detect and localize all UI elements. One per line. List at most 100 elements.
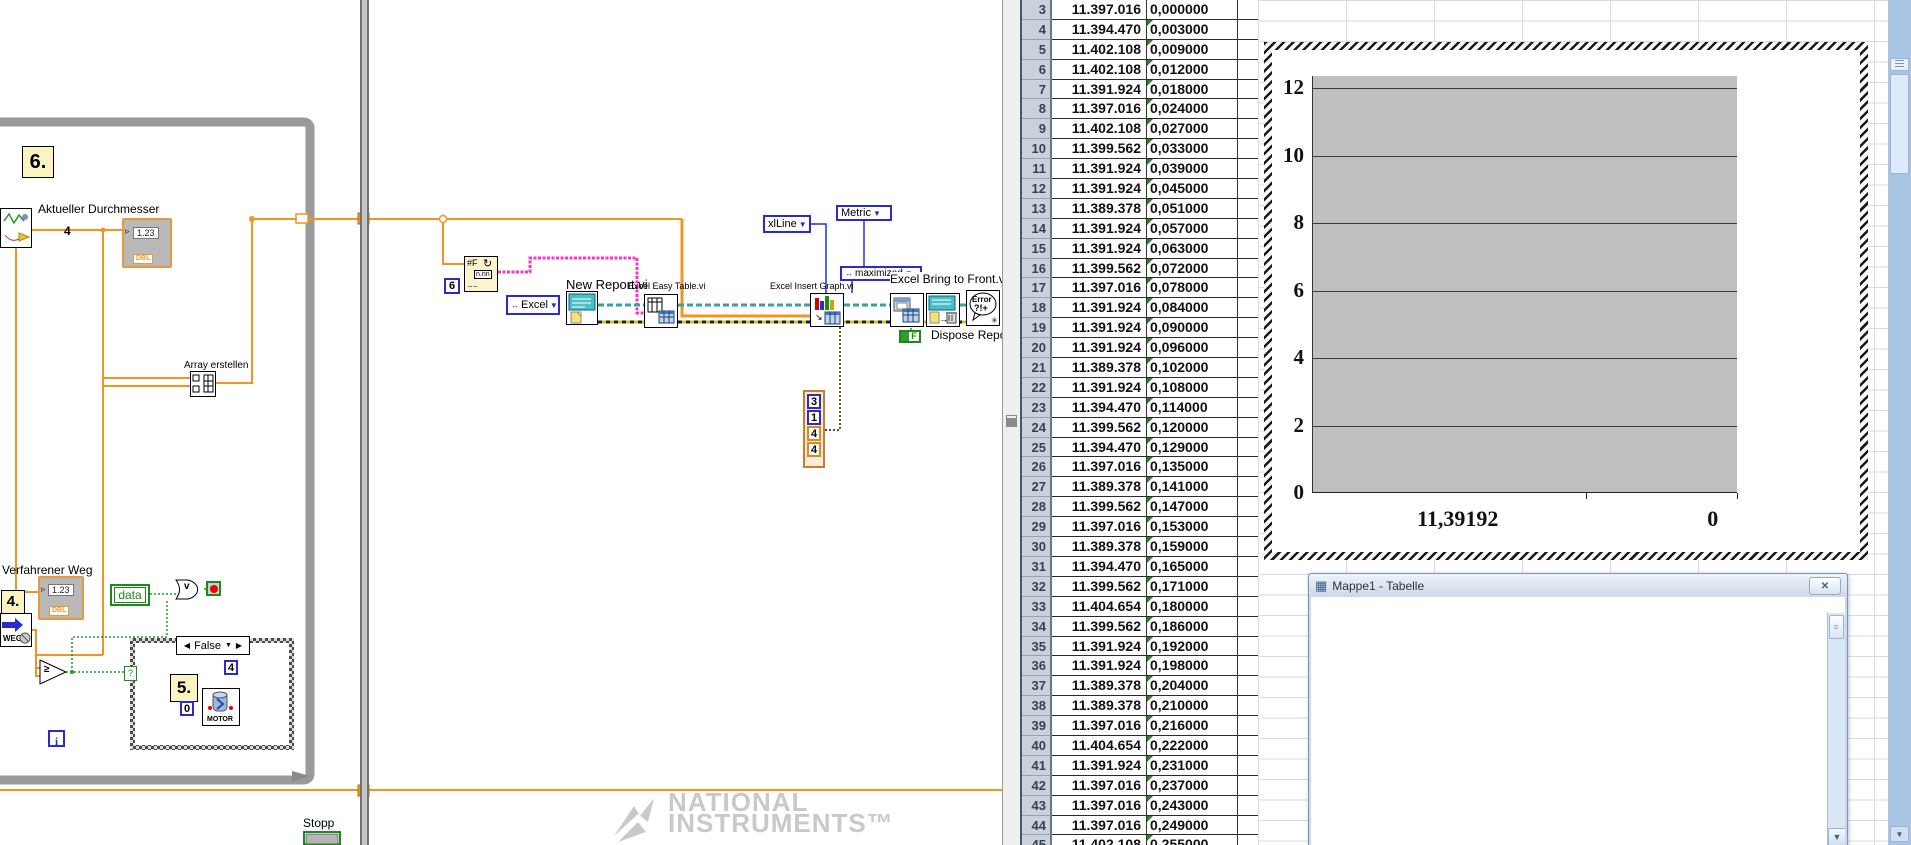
cell-c[interactable] [1238,637,1258,657]
cell-a[interactable]: 11.397.016 [1052,0,1147,20]
row-header[interactable]: 40 [1022,735,1052,756]
close-icon[interactable]: ✕ [1809,577,1841,595]
new-report-node[interactable] [566,291,598,325]
row-header[interactable]: 21 [1022,358,1052,378]
table-row[interactable]: 17 11.397.016 0,078000 [1022,278,1258,299]
cell-b[interactable]: 0,135000 [1147,457,1238,478]
row-header[interactable]: 34 [1022,616,1052,637]
cell-a[interactable]: 11.402.108 [1052,39,1147,60]
cell-a[interactable]: 11.391.924 [1052,318,1147,339]
scrollbar-thumb[interactable] [1890,74,1909,174]
row-header[interactable]: 10 [1022,139,1052,160]
cell-c[interactable] [1238,497,1258,518]
row-header[interactable]: 13 [1022,198,1052,219]
cell-b[interactable]: 0,024000 [1147,99,1238,120]
cell-c[interactable] [1238,656,1258,677]
table-row[interactable]: 36 11.391.924 0,198000 [1022,656,1258,677]
cell-b[interactable]: 0,237000 [1147,775,1238,796]
cell-a[interactable]: 11.397.016 [1052,795,1147,816]
cell-a[interactable]: 11.389.378 [1052,358,1147,378]
cell-a[interactable]: 11.404.654 [1052,735,1147,756]
dispose-report-node[interactable]: → [926,293,960,327]
cell-c[interactable] [1238,696,1258,717]
stop-led-terminal[interactable] [206,581,221,596]
cell-b[interactable]: 0,045000 [1147,179,1238,199]
build-array-node[interactable] [190,371,216,397]
cell-c[interactable] [1238,199,1258,219]
cell-b[interactable]: 0,204000 [1147,676,1238,697]
table-row[interactable]: 44 11.397.016 0,249000 [1022,815,1258,836]
case-structure[interactable]: ◀ False ▼ ▶ 5. 4 0 MOTOR ? [124,636,294,750]
row-header[interactable]: 9 [1022,119,1052,140]
cell-b[interactable]: 0,192000 [1147,636,1238,657]
cell-b[interactable]: 0,051000 [1147,198,1238,219]
cell-c[interactable] [1238,816,1258,836]
cell-c[interactable] [1238,577,1258,597]
cell-b[interactable]: 0,084000 [1147,298,1238,319]
row-header[interactable]: 37 [1022,676,1052,697]
cluster-value[interactable]: 4 [807,442,821,457]
cell-b[interactable]: 0,147000 [1147,497,1238,518]
mappe-datasheet-window[interactable]: ▦ Mappe1 - Tabelle ✕ ≡ ▼ ◀ |||| ▶ [1308,573,1848,845]
row-header[interactable]: 24 [1022,417,1052,438]
weg-subvi-icon[interactable]: WEG [0,613,32,647]
cell-b[interactable]: 0,222000 [1147,735,1238,756]
row-header[interactable]: 3 [1022,0,1052,20]
cell-a[interactable]: 11.397.016 [1052,716,1147,736]
cell-b[interactable]: 0,033000 [1147,139,1238,160]
table-row[interactable]: 8 11.397.016 0,024000 [1022,99,1258,120]
stopp-button-terminal[interactable] [303,831,341,845]
table-row[interactable]: 6 11.402.108 0,012000 [1022,59,1258,80]
cell-b[interactable]: 0,057000 [1147,218,1238,239]
scrollbar-split-handle[interactable] [1890,58,1909,71]
loop-tunnel[interactable] [295,213,309,224]
cell-b[interactable]: 0,063000 [1147,238,1238,259]
cell-a[interactable]: 11.391.924 [1052,238,1147,259]
cell-c[interactable] [1238,736,1258,756]
cell-c[interactable] [1238,517,1258,538]
row-header[interactable]: 35 [1022,636,1052,657]
mappe-vertical-scrollbar[interactable]: ≡ ▼ [1827,613,1845,845]
cell-c[interactable] [1238,418,1258,438]
table-row[interactable]: 35 11.391.924 0,192000 [1022,636,1258,657]
xlline-enum-constant[interactable]: xlLine ▼ [763,215,811,233]
row-header[interactable]: 26 [1022,457,1052,478]
table-row[interactable]: 12 11.391.924 0,045000 [1022,179,1258,199]
table-row[interactable]: 14 11.391.924 0,057000 [1022,218,1258,239]
excel-insert-graph-node[interactable]: ↘ [810,293,844,327]
digits-constant[interactable]: 6 [444,278,460,294]
row-header[interactable]: 22 [1022,377,1052,398]
scroll-down-icon[interactable]: ▼ [1890,826,1909,842]
splitter-grip-icon[interactable] [1007,416,1016,418]
error-handler-node[interactable]: Error ?!+ ✳ [966,290,1000,326]
row-header[interactable]: 43 [1022,795,1052,816]
cell-c[interactable] [1238,557,1258,577]
cell-c[interactable] [1238,0,1258,20]
cell-c[interactable] [1238,776,1258,796]
table-row[interactable]: 31 11.394.470 0,165000 [1022,556,1258,577]
table-row[interactable]: 38 11.389.378 0,210000 [1022,696,1258,717]
table-row[interactable]: 37 11.389.378 0,204000 [1022,676,1258,697]
cell-a[interactable]: 11.399.562 [1052,258,1147,279]
row-header[interactable]: 11 [1022,159,1052,180]
excel-enum-constant[interactable]: ↔ Excel ▼ [506,295,560,315]
cell-c[interactable] [1238,159,1258,180]
cell-b[interactable]: 0,078000 [1147,278,1238,299]
table-row[interactable]: 26 11.397.016 0,135000 [1022,457,1258,478]
cell-c[interactable] [1238,358,1258,378]
cell-a[interactable]: 11.391.924 [1052,79,1147,100]
row-header[interactable]: 5 [1022,39,1052,60]
iteration-terminal[interactable]: i [48,730,65,748]
cell-a[interactable]: 11.391.924 [1052,298,1147,319]
row-header[interactable]: 44 [1022,815,1052,836]
cell-b[interactable]: 0,141000 [1147,477,1238,498]
cell-c[interactable] [1238,139,1258,160]
cell-b[interactable]: 0,012000 [1147,59,1238,80]
table-row[interactable]: 45 11.402.108 0,255000 [1022,835,1258,845]
cell-c[interactable] [1238,617,1258,637]
cell-a[interactable]: 11.397.016 [1052,278,1147,299]
constant-4[interactable]: 4 [224,660,238,675]
cell-b[interactable]: 0,198000 [1147,656,1238,677]
cell-b[interactable]: 0,129000 [1147,437,1238,458]
row-header[interactable]: 20 [1022,338,1052,359]
